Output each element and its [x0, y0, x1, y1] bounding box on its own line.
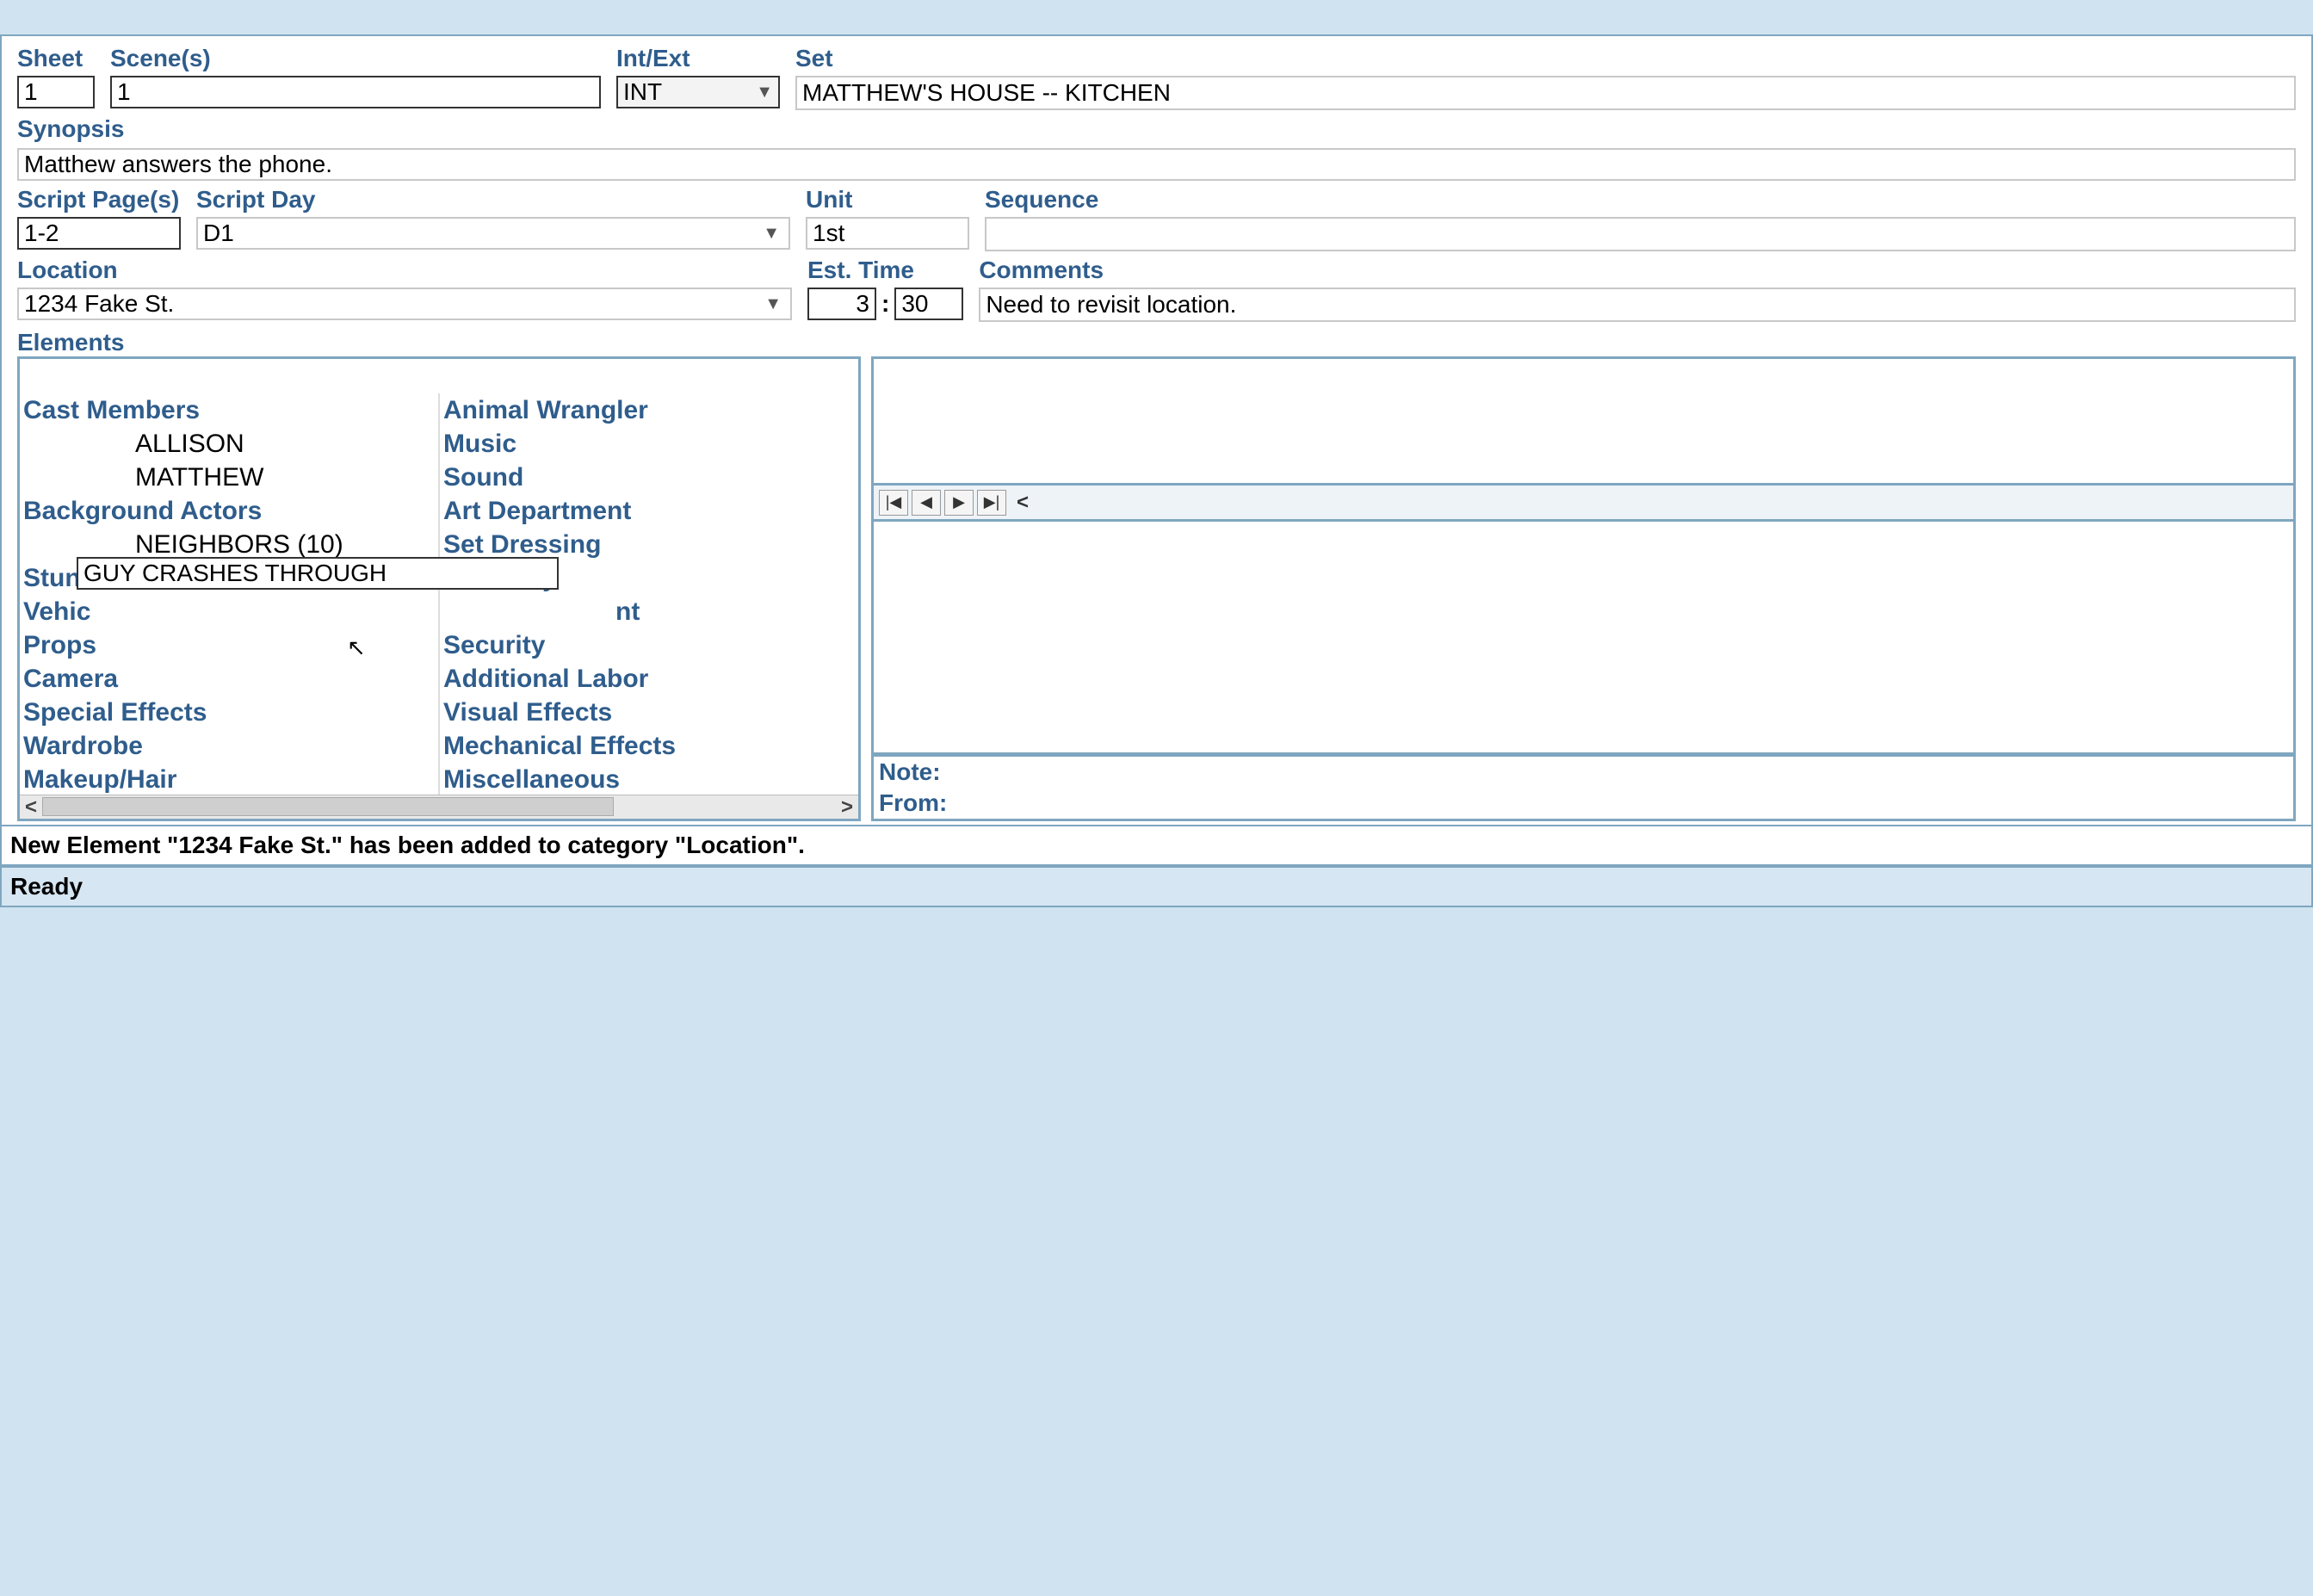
- script-day-select[interactable]: ▼: [196, 217, 790, 250]
- intext-value: INT: [623, 78, 662, 106]
- element-category[interactable]: Visual Effects: [443, 696, 855, 729]
- sequence-label: Sequence: [985, 186, 2296, 213]
- location-value[interactable]: [19, 289, 756, 319]
- element-item[interactable]: MATTHEW: [23, 461, 435, 494]
- comments-label: Comments: [979, 257, 2296, 284]
- nav-next-button[interactable]: ▶: [944, 490, 974, 516]
- unit-select[interactable]: ▼: [806, 217, 969, 250]
- element-category[interactable]: Art Department: [443, 494, 855, 528]
- element-category[interactable]: Mechanical Effects: [443, 729, 855, 763]
- status-bar: Ready: [0, 866, 2313, 907]
- sheet-label: Sheet: [17, 45, 95, 72]
- location-label: Location: [17, 257, 792, 284]
- chevron-down-icon: ▼: [756, 294, 790, 314]
- comments-input[interactable]: [979, 288, 2296, 322]
- intext-label: Int/Ext: [616, 45, 780, 72]
- set-label: Set: [795, 45, 2296, 72]
- elements-column-left: Cast MembersALLISONMATTHEWBackground Act…: [20, 393, 440, 795]
- sheet-input[interactable]: [17, 76, 95, 108]
- elements-panel: Cast MembersALLISONMATTHEWBackground Act…: [17, 356, 861, 821]
- element-item[interactable]: ALLISON: [23, 427, 435, 461]
- time-colon: :: [881, 290, 889, 318]
- synopsis-input[interactable]: [17, 148, 2296, 181]
- element-category[interactable]: Miscellaneous: [443, 763, 855, 795]
- element-nav-bar: |◀ ◀ ▶ ▶| <: [871, 486, 2296, 522]
- nav-prev-button[interactable]: ◀: [912, 490, 941, 516]
- element-category[interactable]: Props: [23, 628, 435, 662]
- intext-select[interactable]: INT ▼: [616, 76, 780, 108]
- unit-label: Unit: [806, 186, 969, 213]
- element-category[interactable]: Background Actors: [23, 494, 435, 528]
- element-category[interactable]: nt: [443, 595, 855, 628]
- est-time-hours[interactable]: [807, 288, 876, 320]
- breakdown-form: Sheet Scene(s) Int/Ext INT ▼ Set Synopsi…: [0, 34, 2313, 826]
- element-category[interactable]: Makeup/Hair: [23, 763, 435, 795]
- element-category[interactable]: Additional Labor: [443, 662, 855, 696]
- script-pages-label: Script Page(s): [17, 186, 181, 213]
- set-input[interactable]: [795, 76, 2296, 110]
- element-entry-input[interactable]: [77, 557, 559, 590]
- chevron-down-icon: ▼: [754, 224, 789, 244]
- element-category[interactable]: Cast Members: [23, 393, 435, 427]
- elements-label: Elements: [17, 329, 2296, 356]
- right-panel: |◀ ◀ ▶ ▶| < Note: From:: [871, 356, 2296, 821]
- element-category[interactable]: Security: [443, 628, 855, 662]
- script-pages-input[interactable]: [17, 217, 181, 250]
- synopsis-label: Synopsis: [17, 115, 2296, 143]
- chevron-down-icon: ▼: [756, 83, 773, 102]
- nav-last-button[interactable]: ▶|: [977, 490, 1006, 516]
- note-label: Note:: [874, 755, 2293, 788]
- sequence-input[interactable]: [985, 217, 2296, 251]
- script-day-label: Script Day: [196, 186, 790, 213]
- scenes-label: Scene(s): [110, 45, 601, 72]
- preview-area: [871, 356, 2296, 486]
- elements-hscrollbar[interactable]: < >: [20, 795, 858, 819]
- script-day-value[interactable]: [198, 219, 754, 248]
- est-time-label: Est. Time: [807, 257, 963, 284]
- from-label: From:: [874, 788, 2293, 819]
- scroll-left-arrow-icon[interactable]: <: [20, 795, 42, 820]
- scroll-right-arrow-icon[interactable]: >: [836, 795, 858, 820]
- location-select[interactable]: ▼: [17, 288, 792, 320]
- element-category[interactable]: Special Effects: [23, 696, 435, 729]
- element-category[interactable]: Vehic: [23, 595, 435, 628]
- scenes-input[interactable]: [110, 76, 601, 108]
- est-time-minutes[interactable]: [894, 288, 963, 320]
- toolbar-placeholder: [0, 0, 2313, 34]
- element-category[interactable]: Sound: [443, 461, 855, 494]
- element-category[interactable]: Wardrobe: [23, 729, 435, 763]
- scroll-track[interactable]: [42, 795, 836, 819]
- element-category[interactable]: Camera: [23, 662, 435, 696]
- scroll-thumb[interactable]: [42, 797, 614, 816]
- nav-first-button[interactable]: |◀: [879, 490, 908, 516]
- element-category[interactable]: Animal Wrangler: [443, 393, 855, 427]
- elements-column-right: Animal WranglerMusicSoundArt Department S…: [440, 393, 858, 795]
- status-message: New Element "1234 Fake St." has been add…: [0, 826, 2313, 866]
- detail-area: [871, 522, 2296, 755]
- element-category[interactable]: Music: [443, 427, 855, 461]
- nav-back-chevron[interactable]: <: [1017, 491, 1029, 515]
